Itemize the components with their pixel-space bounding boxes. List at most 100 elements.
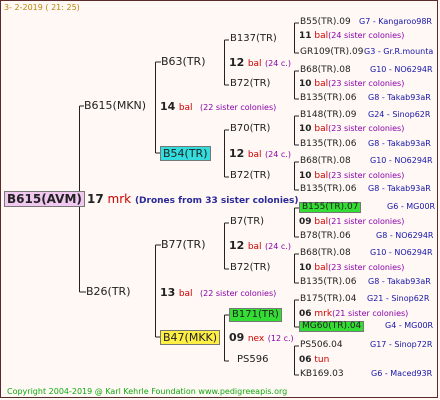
l2-mating: 12 bal (24 c.) bbox=[229, 57, 291, 69]
l3-mating: 10 bal(23 sister colonies) bbox=[299, 264, 404, 273]
l3-type: mrk bbox=[314, 309, 333, 319]
l4-info: G10 - NO6294R bbox=[370, 248, 433, 257]
l1-queen[interactable]: B26(TR) bbox=[86, 286, 131, 297]
l4-info: G21 - Sinop62R bbox=[367, 294, 430, 303]
root-type: mrk bbox=[107, 192, 132, 206]
l2-mating: 12 bal (24 c.) bbox=[229, 148, 291, 160]
l4-queen[interactable]: B68(TR).08 bbox=[300, 249, 351, 258]
l3-mating: 10 bal(23 sister colonies) bbox=[299, 80, 404, 89]
l3-note: (23 sister colonies) bbox=[328, 124, 405, 133]
l4-info: G24 - Sinop62R bbox=[368, 110, 431, 119]
l3-queen[interactable]: B171(TR) bbox=[229, 308, 282, 322]
l1-mating: 13 bal (22 sister colonies) bbox=[160, 287, 276, 299]
l3-note: (24 sister colonies) bbox=[328, 31, 405, 40]
l3-count: 09 bbox=[299, 217, 312, 227]
l2-mating: 09 nex (12 c.) bbox=[229, 332, 294, 344]
l1-note: (22 sister colonies) bbox=[200, 103, 277, 112]
l2-type: bal bbox=[247, 59, 262, 69]
l4-info: G7 - Kangaroo98R bbox=[359, 17, 432, 26]
l3-type: tun bbox=[314, 355, 330, 365]
l2-count: 12 bbox=[229, 147, 245, 160]
l4-queen[interactable]: B135(TR).06 bbox=[300, 185, 356, 194]
l2-type: bal bbox=[247, 242, 262, 252]
l4-info: G8 - Takab93aR bbox=[368, 139, 431, 148]
copyright-footer: Copyright 2004-2019 @ Karl Kehrle Founda… bbox=[7, 387, 288, 396]
l4-info: G8 - NO6294R bbox=[376, 231, 434, 240]
l3-queen[interactable]: PS596 bbox=[237, 355, 268, 365]
l4-queen[interactable]: PS506.04 bbox=[300, 341, 343, 350]
l4-queen[interactable]: B148(TR).09 bbox=[300, 111, 356, 120]
l3-type: bal bbox=[314, 31, 329, 41]
l3-mating: 06 mrk(21 sister colonies) bbox=[299, 310, 408, 319]
l3-queen[interactable]: B137(TR) bbox=[230, 34, 277, 44]
l2-queen[interactable]: B77(TR) bbox=[161, 239, 206, 250]
l3-queen[interactable]: B72(TR) bbox=[230, 79, 270, 89]
l2-note: (24 c.) bbox=[265, 59, 291, 68]
l4-queen[interactable]: GR109(TR).09 bbox=[300, 48, 364, 57]
l4-info: G6 - MG00R bbox=[387, 202, 436, 211]
l4-info: G8 - Takab93aR bbox=[368, 184, 431, 193]
l3-note: (21 sister colonies) bbox=[328, 217, 405, 226]
l2-type: nex bbox=[247, 334, 265, 344]
l4-queen[interactable]: B135(TR).06 bbox=[300, 94, 356, 103]
l3-type: bal bbox=[314, 263, 329, 273]
l3-queen[interactable]: B7(TR) bbox=[230, 217, 264, 227]
l3-queen[interactable]: B70(TR) bbox=[230, 124, 270, 134]
l3-note: (23 sister colonies) bbox=[328, 263, 405, 272]
l2-count: 09 bbox=[229, 331, 245, 344]
l1-count: 14 bbox=[160, 100, 176, 113]
l1-type: bal bbox=[178, 289, 193, 299]
l3-count: 11 bbox=[299, 31, 312, 41]
l3-note: (21 sister colonies) bbox=[332, 309, 409, 318]
l3-count: 06 bbox=[299, 355, 312, 365]
l2-mating: 12 bal (24 c.) bbox=[229, 240, 291, 252]
l1-type: bal bbox=[178, 103, 193, 113]
l2-queen[interactable]: B63(TR) bbox=[161, 56, 206, 67]
l2-queen[interactable]: B54(TR) bbox=[160, 146, 211, 161]
l4-queen[interactable]: B155(TR).07 bbox=[299, 202, 362, 213]
l4-queen[interactable]: B135(TR).06 bbox=[300, 278, 356, 287]
l4-info: G10 - NO6294R bbox=[370, 65, 433, 74]
l3-count: 10 bbox=[299, 263, 312, 273]
l3-queen[interactable]: B72(TR) bbox=[230, 263, 270, 273]
l3-type: bal bbox=[314, 171, 329, 181]
l4-info: G17 - Sinop72R bbox=[370, 340, 433, 349]
l1-queen[interactable]: B615(MKN) bbox=[84, 100, 146, 111]
l3-queen[interactable]: B72(TR) bbox=[230, 171, 270, 181]
l4-queen[interactable]: B78(TR).06 bbox=[300, 232, 351, 241]
l3-mating: 10 bal(23 sister colonies) bbox=[299, 172, 404, 181]
l4-info: G6 - Maced93R bbox=[371, 369, 433, 378]
l3-count: 10 bbox=[299, 124, 312, 134]
l2-count: 12 bbox=[229, 56, 245, 69]
l3-mating: 11 bal(24 sister colonies) bbox=[299, 32, 404, 41]
l3-count: 10 bbox=[299, 171, 312, 181]
l4-queen[interactable]: B68(TR).08 bbox=[300, 66, 351, 75]
l2-note: (24 c.) bbox=[265, 242, 291, 251]
l4-info: G4 - MG00R bbox=[385, 321, 434, 330]
l3-mating: 06 tun bbox=[299, 356, 329, 365]
l4-queen[interactable]: MG60(TR).04 bbox=[299, 321, 365, 332]
l4-queen[interactable]: B135(TR).06 bbox=[300, 140, 356, 149]
l4-queen[interactable]: B68(TR).08 bbox=[300, 157, 351, 166]
l2-note: (12 c.) bbox=[267, 334, 294, 343]
l4-queen[interactable]: B55(TR).09 bbox=[300, 18, 351, 27]
l2-type: bal bbox=[247, 150, 262, 160]
l3-note: (23 sister colonies) bbox=[328, 79, 405, 88]
l3-mating: 09 bal(21 sister colonies) bbox=[299, 218, 404, 227]
generation-date: 3- 2-2019 ( 21: 25) bbox=[4, 3, 80, 12]
l2-count: 12 bbox=[229, 239, 245, 252]
l1-count: 13 bbox=[160, 286, 176, 299]
l2-note: (24 c.) bbox=[265, 150, 291, 159]
l4-queen[interactable]: KB169.03 bbox=[300, 370, 344, 379]
root-note: (Drones from 33 sister colonies) bbox=[134, 196, 299, 206]
l4-info: G8 - Takab93aR bbox=[368, 93, 431, 102]
l3-type: bal bbox=[314, 79, 329, 89]
l3-type: bal bbox=[314, 124, 329, 134]
root-count: 17 bbox=[87, 192, 104, 206]
l4-info: G3 - Gr.R.mounta bbox=[364, 47, 434, 56]
l3-mating: 10 bal(23 sister colonies) bbox=[299, 125, 404, 134]
l2-queen[interactable]: B47(MKK) bbox=[160, 330, 221, 345]
root-queen[interactable]: B615(AVM) bbox=[4, 191, 85, 207]
l4-queen[interactable]: B175(TR).04 bbox=[300, 295, 356, 304]
l1-note: (22 sister colonies) bbox=[200, 289, 277, 298]
